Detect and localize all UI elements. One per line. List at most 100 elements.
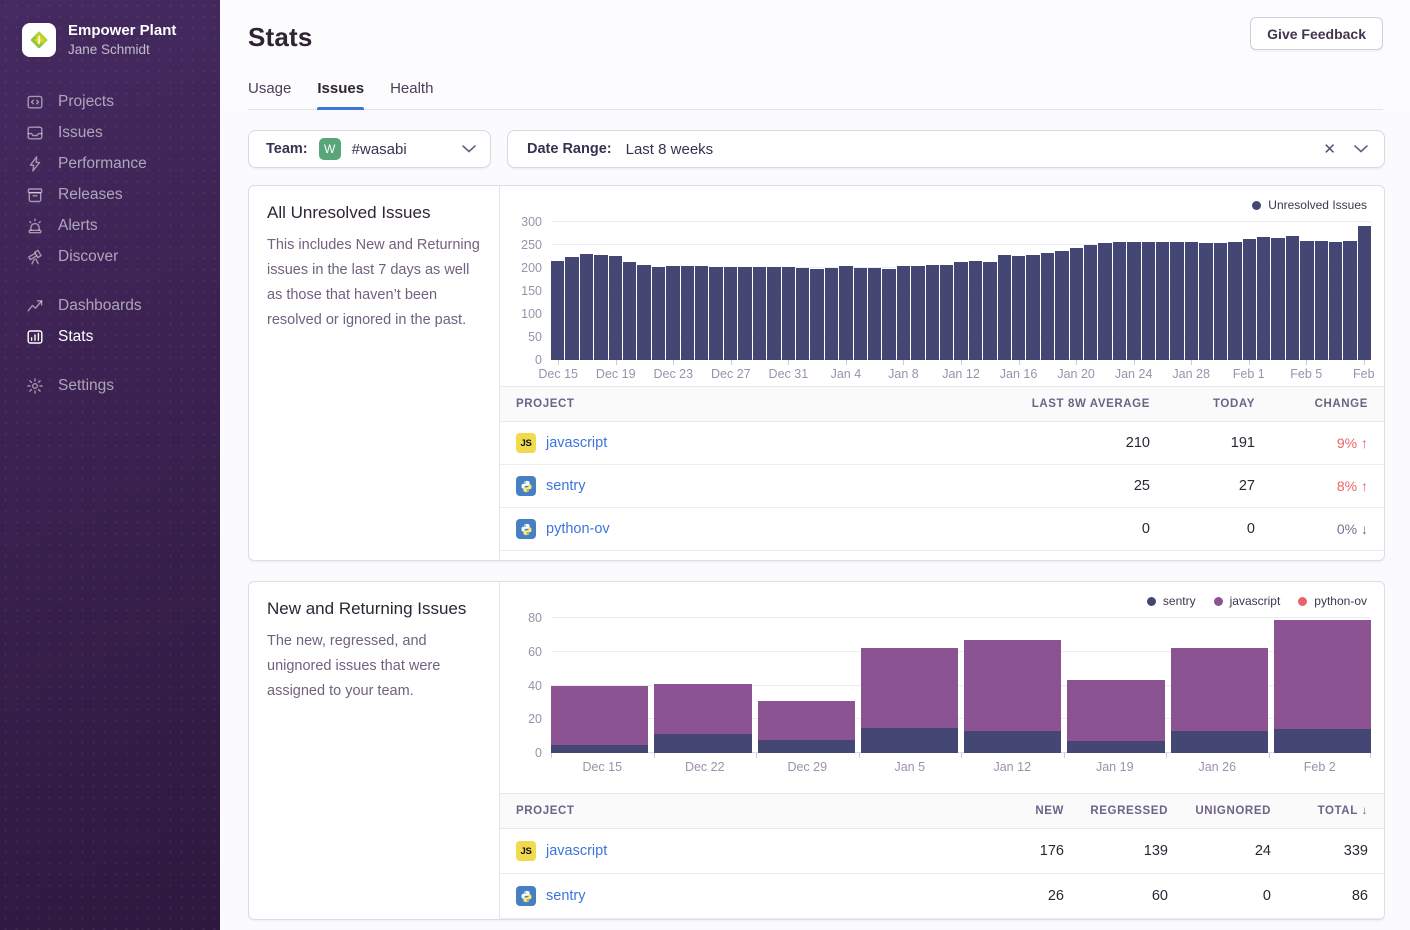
stacked-bar <box>1171 618 1268 753</box>
legend-item-python-ov[interactable]: python-ov <box>1298 594 1367 608</box>
date-range-value: Last 8 weeks <box>626 141 714 158</box>
x-tick-label: Jan 5 <box>894 760 925 774</box>
bar <box>1228 242 1241 360</box>
sort-desc-icon: ↓ <box>1358 805 1368 817</box>
sidebar-item-releases[interactable]: Releases <box>0 179 220 210</box>
project-link[interactable]: sentry <box>546 888 586 904</box>
tab-issues[interactable]: Issues <box>317 80 364 109</box>
table-header-row: PROJECTNEWREGRESSEDUNIGNOREDTOTAL ↓ <box>500 794 1384 829</box>
project-link[interactable]: python-ov <box>546 521 610 537</box>
bar <box>1084 245 1097 360</box>
sidebar-item-label: Issues <box>58 124 103 142</box>
bar <box>1271 238 1284 360</box>
chart-legend: Unresolved Issues <box>508 186 1371 222</box>
siren-icon <box>26 217 44 235</box>
sidebar-item-alerts[interactable]: Alerts <box>0 210 220 241</box>
x-tick-label: Jan 24 <box>1115 367 1153 381</box>
bar <box>1156 242 1169 360</box>
tab-health[interactable]: Health <box>390 80 433 109</box>
project-link[interactable]: sentry <box>546 478 586 494</box>
python-icon <box>516 476 536 496</box>
table-row: sentry2660086 <box>500 874 1384 919</box>
legend-dot-icon <box>1214 597 1223 606</box>
x-tick <box>1076 360 1077 365</box>
bar <box>969 261 982 360</box>
bar <box>1170 242 1183 360</box>
bar <box>695 266 708 360</box>
value-cell: 0 <box>1000 521 1150 537</box>
legend-dot-icon <box>1252 201 1261 210</box>
bar <box>1098 243 1111 360</box>
bar <box>666 266 679 360</box>
bar-chart-icon <box>26 328 44 346</box>
chevron-down-icon <box>1354 140 1368 158</box>
value-cell: 26 <box>960 888 1064 904</box>
tab-usage[interactable]: Usage <box>248 80 291 109</box>
bar-segment-sentry <box>861 728 958 753</box>
bar <box>1199 243 1212 360</box>
bar-segment-javascript <box>758 701 855 740</box>
stacked-bar <box>654 618 751 753</box>
legend-item-javascript[interactable]: javascript <box>1214 594 1281 608</box>
bar-segment-sentry <box>654 734 751 753</box>
table-row: sentry25278% ↑ <box>500 465 1384 508</box>
bar <box>1070 248 1083 360</box>
x-tick <box>1191 360 1192 365</box>
table-header-row: PROJECTLAST 8W AVERAGETODAYCHANGE <box>500 387 1384 422</box>
stacked-bar <box>758 618 855 753</box>
x-tick <box>1370 753 1371 758</box>
org-switcher[interactable]: Empower Plant Jane Schmidt <box>0 0 220 72</box>
bar <box>1286 236 1299 360</box>
project-link[interactable]: javascript <box>546 435 607 451</box>
sidebar-item-stats[interactable]: Stats <box>0 321 220 352</box>
y-tick-label: 40 <box>528 679 542 693</box>
x-axis-labels: Dec 15Dec 19Dec 23Dec 27Dec 31Jan 4Jan 8… <box>551 360 1371 386</box>
table-row: JSjavascript2101919% ↑ <box>500 422 1384 465</box>
bar-segment-sentry <box>1274 729 1371 753</box>
column-header-project: PROJECT <box>516 805 960 817</box>
bar <box>1329 242 1342 360</box>
y-tick-label: 60 <box>528 645 542 659</box>
javascript-icon: JS <box>516 433 536 453</box>
legend-item-sentry[interactable]: sentry <box>1147 594 1196 608</box>
sidebar-item-discover[interactable]: Discover <box>0 241 220 272</box>
x-tick <box>551 753 552 758</box>
clear-date-icon[interactable]: ✕ <box>1319 140 1340 159</box>
filter-bar: Team: W #wasabi Date Range: Last 8 weeks… <box>248 130 1385 168</box>
x-tick <box>673 360 674 365</box>
project-link[interactable]: javascript <box>546 843 607 859</box>
sidebar-item-issues[interactable]: Issues <box>0 117 220 148</box>
chart-plot-area[interactable] <box>551 618 1371 753</box>
sidebar-item-settings[interactable]: Settings <box>0 370 220 401</box>
y-axis-labels: 020406080 <box>508 618 542 753</box>
sidebar-item-performance[interactable]: Performance <box>0 148 220 179</box>
panel-title: All Unresolved Issues <box>267 203 481 223</box>
value-cell: 60 <box>1064 888 1168 904</box>
bar <box>580 254 593 360</box>
bar <box>998 255 1011 360</box>
sidebar-item-projects[interactable]: Projects <box>0 86 220 117</box>
y-tick-label: 50 <box>528 330 542 344</box>
date-range-select[interactable]: Date Range: Last 8 weeks ✕ <box>507 130 1385 168</box>
x-tick-label: Jan 4 <box>831 367 862 381</box>
bar <box>926 265 939 360</box>
chart-plot-area[interactable] <box>551 222 1371 360</box>
x-tick <box>731 360 732 365</box>
bar-segment-sentry <box>1171 731 1268 753</box>
legend-dot-icon <box>1298 597 1307 606</box>
legend-item-unresolved-issues[interactable]: Unresolved Issues <box>1252 198 1367 212</box>
bar <box>911 266 924 360</box>
x-tick <box>1249 360 1250 365</box>
x-tick-label: Jan 12 <box>942 367 980 381</box>
bar <box>868 268 881 360</box>
sidebar-item-dashboards[interactable]: Dashboards <box>0 290 220 321</box>
bar <box>1300 241 1313 360</box>
projects-icon <box>26 93 44 111</box>
give-feedback-button[interactable]: Give Feedback <box>1250 17 1383 50</box>
bar <box>782 267 795 360</box>
team-select[interactable]: Team: W #wasabi <box>248 130 491 168</box>
column-header-project: PROJECT <box>516 398 1000 410</box>
stacked-bar-series <box>551 618 1371 753</box>
column-header-total[interactable]: TOTAL ↓ <box>1271 805 1368 817</box>
python-icon <box>516 886 536 906</box>
